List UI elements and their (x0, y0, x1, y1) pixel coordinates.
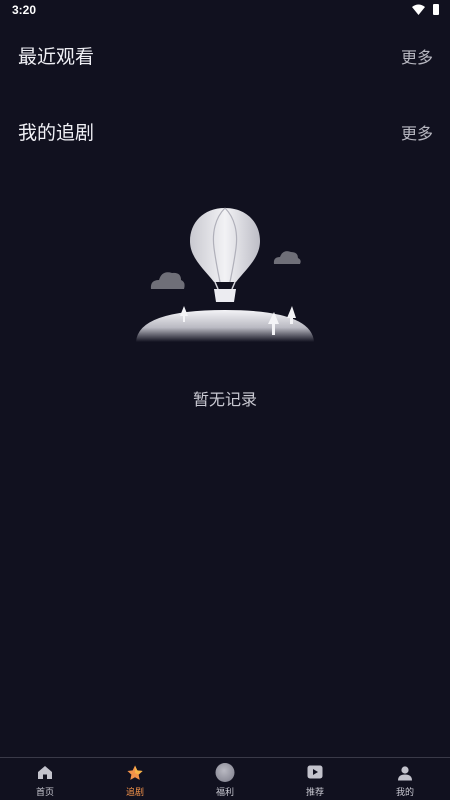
recent-section-header: 最近观看 更多 (0, 42, 450, 72)
wifi-icon (412, 4, 425, 15)
nav-label-benefits: 福利 (215, 788, 234, 798)
nav-item-home[interactable]: 首页 (0, 758, 90, 800)
nav-item-recommend[interactable]: 推荐 (270, 758, 360, 800)
following-section-header: 我的追剧 更多 (0, 118, 450, 148)
recent-section-title: 最近观看 (18, 46, 95, 68)
following-section-title: 我的追剧 (18, 122, 95, 144)
status-time: 3:20 (12, 3, 37, 17)
status-bar: 3:20 (0, 0, 450, 22)
nav-label-following: 追剧 (125, 788, 144, 798)
play-icon (307, 765, 323, 779)
nav-label-profile: 我的 (395, 788, 414, 798)
screen: 3:20 最近观看 更多 我的追剧 更多 暂无记录 首页 追剧 福利 推荐 我的 (0, 0, 450, 800)
nav-item-benefits[interactable]: 福利 (180, 758, 270, 800)
following-more-button[interactable]: 更多 (401, 120, 433, 144)
nav-item-following[interactable]: 追剧 (90, 758, 180, 800)
home-icon (38, 766, 52, 779)
empty-state-text: 暂无记录 (192, 390, 257, 409)
profile-icon (398, 766, 412, 781)
coin-icon (215, 763, 235, 782)
battery-icon (433, 4, 439, 15)
star-icon (127, 765, 143, 780)
nav-label-home: 首页 (35, 788, 54, 798)
empty-illustration (136, 207, 314, 342)
nav-label-recommend: 推荐 (305, 788, 324, 798)
bottom-nav: 首页 追剧 福利 推荐 我的 (0, 757, 450, 800)
recent-more-button[interactable]: 更多 (401, 44, 433, 68)
nav-item-profile[interactable]: 我的 (360, 758, 450, 800)
